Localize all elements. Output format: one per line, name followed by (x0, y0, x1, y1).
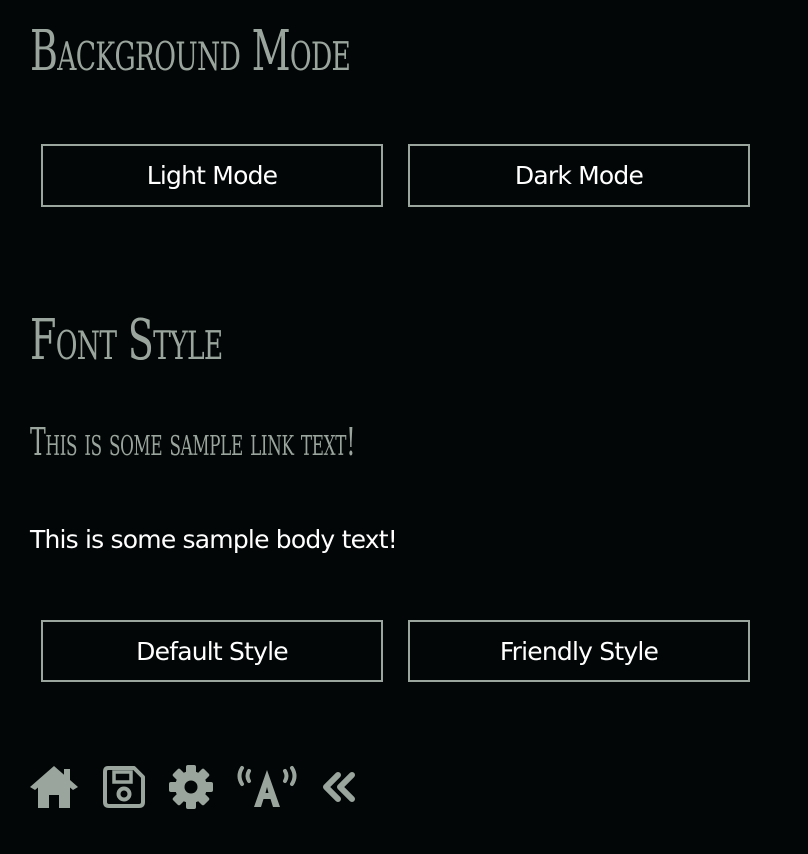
font-broadcast-icon[interactable] (236, 762, 298, 812)
save-icon[interactable] (102, 762, 146, 812)
font-style-heading: Font Style (30, 308, 223, 373)
friendly-style-button-label: Friendly Style (499, 636, 659, 666)
default-style-button-label: Default Style (136, 636, 288, 666)
friendly-style-button[interactable]: Friendly Style (408, 620, 750, 682)
sample-link-text: This is some sample link text! (30, 420, 356, 464)
light-mode-button-label: Light Mode (146, 161, 278, 190)
home-icon[interactable] (28, 762, 80, 812)
double-chevron-left-icon[interactable] (318, 762, 360, 812)
light-mode-button[interactable]: Light Mode (41, 144, 383, 207)
dark-mode-button-label: Dark Mode (514, 161, 644, 190)
default-style-button[interactable]: Default Style (41, 620, 383, 682)
sample-body-text: This is some sample body text! (30, 525, 398, 554)
background-mode-heading: Background Mode (30, 19, 351, 84)
gear-icon[interactable] (168, 762, 214, 812)
dark-mode-button[interactable]: Dark Mode (408, 144, 750, 207)
